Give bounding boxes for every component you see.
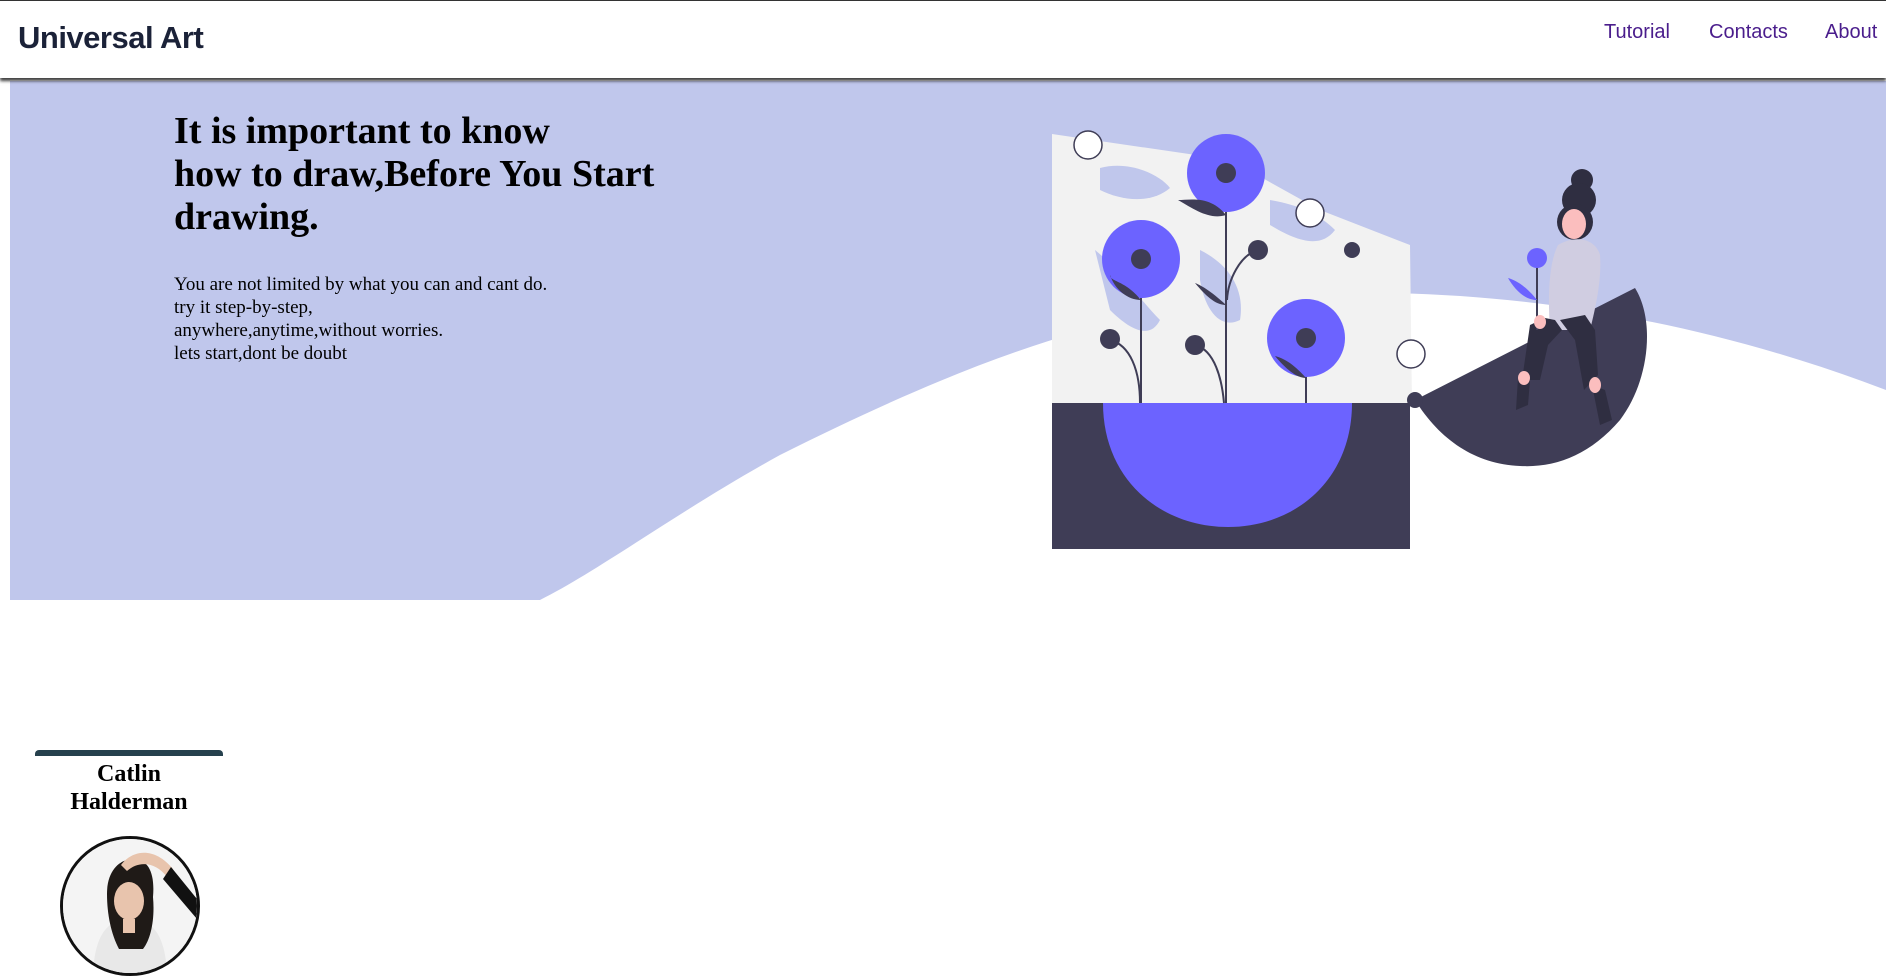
hero-subtitle-line: try it step-by-step, <box>174 297 313 318</box>
nav-link-contacts[interactable]: Contacts <box>1709 21 1788 44</box>
profile-name-line: Halderman <box>70 789 188 815</box>
woman-portrait-avatar-icon <box>63 839 197 973</box>
profile-card: Catlin Halderman <box>35 750 223 976</box>
top-navbar: Universal Art Tutorial Contacts About <box>0 0 1886 78</box>
profile-name-line: Catlin <box>96 761 161 787</box>
hero-subtitle-line: You are not limited by what you can and … <box>174 274 548 295</box>
flower-pot <box>1052 403 1410 549</box>
hero-title-line: drawing. <box>174 196 319 238</box>
hero-text-block: It is important to know how to draw,Befo… <box>174 110 654 365</box>
profile-name: Catlin Halderman <box>35 760 223 816</box>
hero-subtitle: You are not limited by what you can and … <box>174 273 654 365</box>
hero-title-line: It is important to know <box>174 110 550 152</box>
hero-subtitle-line: lets start,dont be doubt <box>174 343 348 364</box>
brand-logo[interactable]: Universal Art <box>18 20 204 56</box>
nav-link-tutorial[interactable]: Tutorial <box>1604 21 1670 44</box>
card-top-bar <box>35 750 223 756</box>
hero-title-line: how to draw,Before You Start <box>174 153 655 195</box>
avatar <box>60 836 200 976</box>
nav-link-about[interactable]: About <box>1825 21 1877 44</box>
hero-subtitle-line: anywhere,anytime,without worries. <box>174 320 444 341</box>
hero-title: It is important to know how to draw,Befo… <box>174 110 654 239</box>
